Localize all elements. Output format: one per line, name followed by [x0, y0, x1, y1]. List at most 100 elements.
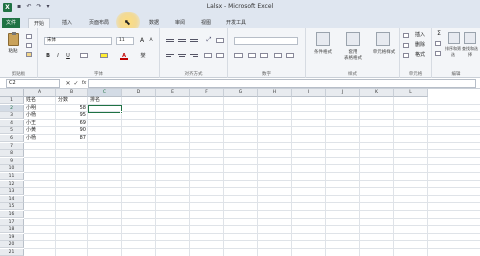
comma-icon[interactable] — [260, 53, 268, 58]
decrease-decimal-icon[interactable] — [286, 53, 294, 58]
format-cells-icon[interactable] — [403, 53, 409, 58]
clear-icon[interactable] — [435, 51, 441, 56]
cell-c1[interactable]: 排名 — [89, 97, 121, 104]
font-size-select[interactable]: 11 — [116, 37, 134, 45]
copy-icon[interactable] — [26, 43, 32, 48]
format-as-table-icon[interactable] — [346, 32, 360, 46]
cell-b3[interactable]: 95 — [57, 112, 87, 119]
worksheet-grid[interactable]: ABCDEFGHIJKL 1 2 3 4 5 6 7 8 9 10 11 12 13 14 15 16 17 18… — [0, 89, 480, 256]
row-header-1[interactable]: 1 — [0, 97, 24, 104]
cell-styles-button[interactable]: 单元格样式 — [368, 49, 400, 55]
format-painter-icon[interactable] — [26, 52, 32, 57]
column-header-f[interactable]: F — [190, 89, 224, 97]
merge-center-icon[interactable] — [216, 53, 224, 58]
column-header-l[interactable]: L — [394, 89, 428, 97]
tab-data[interactable]: 数据 — [143, 18, 165, 28]
conditional-format-button[interactable]: 条件格式 — [308, 49, 338, 55]
column-header-b[interactable]: B — [56, 89, 88, 97]
column-header-c[interactable]: C — [88, 89, 122, 97]
tab-review[interactable]: 审阅 — [169, 18, 191, 28]
fill-handle[interactable] — [120, 111, 123, 114]
tab-developer[interactable]: 开发工具 — [221, 18, 251, 28]
select-all-button[interactable] — [0, 89, 24, 97]
column-header-d[interactable]: D — [122, 89, 156, 97]
tab-view[interactable]: 视图 — [195, 18, 217, 28]
row-header-15[interactable]: 15 — [0, 203, 24, 211]
bold-button[interactable]: B — [44, 52, 52, 60]
italic-button[interactable]: I — [54, 52, 62, 60]
row-header-11[interactable]: 11 — [0, 173, 24, 180]
tab-home[interactable]: 开始 — [28, 18, 50, 28]
cell-b6[interactable]: 87 — [57, 135, 87, 142]
shrink-font-button[interactable]: A — [147, 37, 155, 45]
column-header-j[interactable]: J — [326, 89, 360, 97]
column-header-i[interactable]: I — [292, 89, 326, 97]
borders-icon[interactable] — [80, 53, 88, 58]
row-header-12[interactable]: 12 — [0, 180, 24, 188]
font-name-select[interactable]: 宋体 — [44, 37, 112, 45]
orientation-icon[interactable]: ⤢ — [204, 36, 214, 44]
delete-cells-button[interactable]: 删除 — [411, 41, 429, 49]
format-cells-button[interactable]: 格式 — [411, 51, 429, 59]
cell-a6[interactable]: 小杨 — [25, 135, 55, 142]
fill-color-icon[interactable] — [100, 53, 108, 58]
row-header-3[interactable]: 3 — [0, 112, 24, 120]
tab-page-layout[interactable]: 页面布局 — [84, 18, 114, 28]
column-header-e[interactable]: E — [156, 89, 190, 97]
row-header-9[interactable]: 9 — [0, 157, 24, 165]
phonetic-button[interactable]: 燮 — [138, 52, 148, 60]
row-header-5[interactable]: 5 — [0, 127, 24, 135]
insert-function-icon[interactable]: fx — [80, 79, 88, 88]
tab-insert[interactable]: 插入 — [56, 18, 78, 28]
find-select-button[interactable]: 查找和选择 — [461, 46, 479, 58]
cancel-icon[interactable]: ✕ — [64, 79, 72, 88]
row-header-21[interactable]: 21 — [0, 249, 24, 256]
format-as-table-button[interactable]: 套用 表格格式 — [338, 49, 368, 61]
row-header-17[interactable]: 17 — [0, 218, 24, 226]
sort-filter-icon[interactable] — [448, 32, 460, 44]
indent-icon[interactable] — [204, 53, 212, 58]
cell-b5[interactable]: 90 — [57, 127, 87, 134]
cell-b1[interactable]: 分数 — [57, 97, 87, 104]
increase-decimal-icon[interactable] — [274, 53, 282, 58]
row-header-19[interactable]: 19 — [0, 233, 24, 241]
conditional-format-icon[interactable] — [316, 32, 330, 46]
cell-a4[interactable]: 小王 — [25, 120, 55, 127]
enter-icon[interactable]: ✓ — [72, 79, 80, 88]
cell-b4[interactable]: 69 — [57, 120, 87, 127]
fill-icon[interactable] — [435, 41, 441, 46]
cut-icon[interactable] — [26, 34, 32, 39]
number-format-select[interactable] — [234, 37, 298, 45]
autosum-icon[interactable]: Σ — [435, 30, 443, 38]
delete-cells-icon[interactable] — [403, 43, 409, 48]
underline-button[interactable]: U — [64, 52, 72, 60]
column-header-g[interactable]: G — [224, 89, 258, 97]
row-header-20[interactable]: 20 — [0, 241, 24, 249]
row-header-4[interactable]: 4 — [0, 119, 24, 127]
formula-input[interactable] — [88, 79, 476, 88]
row-header-16[interactable]: 16 — [0, 211, 24, 218]
cell-styles-icon[interactable] — [376, 32, 390, 46]
row-header-6[interactable]: 6 — [0, 135, 24, 142]
insert-cells-icon[interactable] — [403, 33, 409, 38]
row-header-2[interactable]: 2 — [0, 104, 24, 112]
row-header-18[interactable]: 18 — [0, 226, 24, 234]
column-header-k[interactable]: K — [360, 89, 394, 97]
currency-icon[interactable] — [234, 53, 243, 58]
row-header-10[interactable]: 10 — [0, 165, 24, 173]
row-header-7[interactable]: 7 — [0, 142, 24, 150]
row-header-13[interactable]: 13 — [0, 188, 24, 196]
cell-a3[interactable]: 小杨 — [25, 112, 55, 119]
paste-button[interactable]: 粘贴 — [4, 31, 22, 55]
grow-font-button[interactable]: A — [138, 37, 146, 45]
cell-a5[interactable]: 小黄 — [25, 127, 55, 134]
row-header-8[interactable]: 8 — [0, 150, 24, 158]
wrap-text-icon[interactable] — [216, 38, 224, 43]
cell-a2[interactable]: 小明 — [25, 105, 55, 112]
column-header-a[interactable]: A — [24, 89, 56, 97]
find-select-icon[interactable] — [464, 32, 476, 44]
name-box[interactable]: C2 — [6, 79, 60, 88]
cell-a1[interactable]: 姓名 — [25, 97, 55, 104]
row-header-14[interactable]: 14 — [0, 195, 24, 203]
column-header-h[interactable]: H — [258, 89, 292, 97]
